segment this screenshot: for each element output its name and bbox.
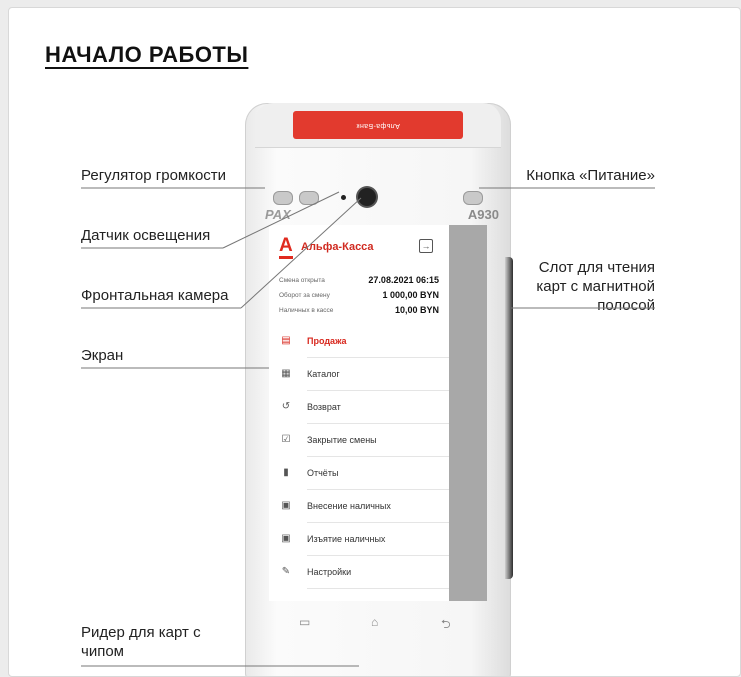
check-icon: ☑: [281, 434, 291, 445]
label-front-camera: Фронтальная камера: [81, 287, 229, 304]
menu-item-label: Закрытие смены: [307, 435, 377, 445]
pos-terminal: Альфа-Банк PAX A930 А Альфа-Касса → Смен…: [245, 103, 511, 676]
instruction-card: НАЧАЛО РАБОТЫ Регулятор громкости Датчик…: [8, 7, 741, 677]
alfa-logo-icon: А: [279, 235, 293, 256]
book-icon: ▮: [283, 467, 289, 478]
menu-item[interactable]: ▣ Внесение наличных: [269, 490, 449, 523]
menu-item[interactable]: ☑ Закрытие смены: [269, 424, 449, 457]
menu-item[interactable]: ▦ Каталог: [269, 358, 449, 391]
info-label: Наличных в кассе: [279, 307, 334, 314]
info-value: 27.08.2021 06:15: [368, 275, 439, 285]
cash-in-icon: ▣: [281, 500, 291, 511]
app-name: Альфа-Касса: [301, 241, 374, 253]
cash-out-icon: ▣: [281, 533, 291, 544]
label-screen: Экран: [81, 347, 124, 364]
label-volume: Регулятор громкости: [81, 167, 227, 184]
home-icon[interactable]: ⌂: [371, 615, 378, 629]
info-label: Оборот за смену: [279, 292, 330, 299]
info-label: Смена открыта: [279, 277, 325, 284]
recent-apps-icon[interactable]: ▭: [299, 615, 310, 629]
info-value: 1 000,00 BYN: [382, 290, 439, 300]
page-title: НАЧАЛО РАБОТЫ: [45, 42, 249, 67]
wrench-icon: ✎: [281, 566, 291, 577]
menu-item-label: Настройки: [307, 567, 352, 577]
menu-item[interactable]: ✎ Настройки: [269, 556, 449, 589]
camera-icon: [358, 188, 376, 206]
receipt-paper: Альфа-Банк: [293, 111, 463, 139]
menu-item-label: Возврат: [307, 402, 341, 412]
menu-item-label: Продажа: [307, 336, 347, 346]
label-light-sensor: Датчик освещения: [81, 227, 211, 244]
app-window: А Альфа-Касса → Смена открыта 27.08.2021…: [269, 225, 449, 601]
undo-icon: ↺: [281, 401, 291, 412]
info-value: 10,00 BYN: [394, 305, 439, 315]
menu-item[interactable]: ▤ Продажа: [269, 325, 449, 358]
menu-item-label: Изъятие наличных: [307, 534, 386, 544]
menu-item-label: Внесение наличных: [307, 501, 391, 511]
power-button[interactable]: [463, 191, 483, 205]
label-power: Кнопка «Питание»: [526, 167, 655, 184]
brand-logo: PAX: [265, 207, 291, 222]
light-sensor-icon: [341, 195, 346, 200]
receipt-icon: ▤: [281, 335, 291, 346]
back-icon[interactable]: ⮌: [441, 615, 451, 636]
menu-separator: [307, 588, 449, 589]
magnetic-card-slot: [505, 257, 513, 579]
alfa-logo-bar: [279, 256, 293, 259]
grid-icon: ▦: [281, 368, 291, 379]
volume-up-button[interactable]: [299, 191, 319, 205]
logout-icon[interactable]: →: [419, 239, 433, 253]
menu-item-label: Отчёты: [307, 468, 339, 478]
model-label: A930: [467, 207, 499, 222]
receipt-printer: Альфа-Банк: [255, 103, 501, 148]
label-chip-reader: Ридер для карт с чипом: [81, 624, 201, 660]
menu-item[interactable]: ↺ Возврат: [269, 391, 449, 424]
device-screen: А Альфа-Касса → Смена открыта 27.08.2021…: [269, 225, 487, 601]
menu-item[interactable]: ▮ Отчёты: [269, 457, 449, 490]
menu-item[interactable]: ▣ Изъятие наличных: [269, 523, 449, 556]
volume-down-button[interactable]: [273, 191, 293, 205]
menu-item-label: Каталог: [307, 369, 340, 379]
label-card-slot: Слот для чтения карт с магнитной полосой: [536, 259, 655, 314]
